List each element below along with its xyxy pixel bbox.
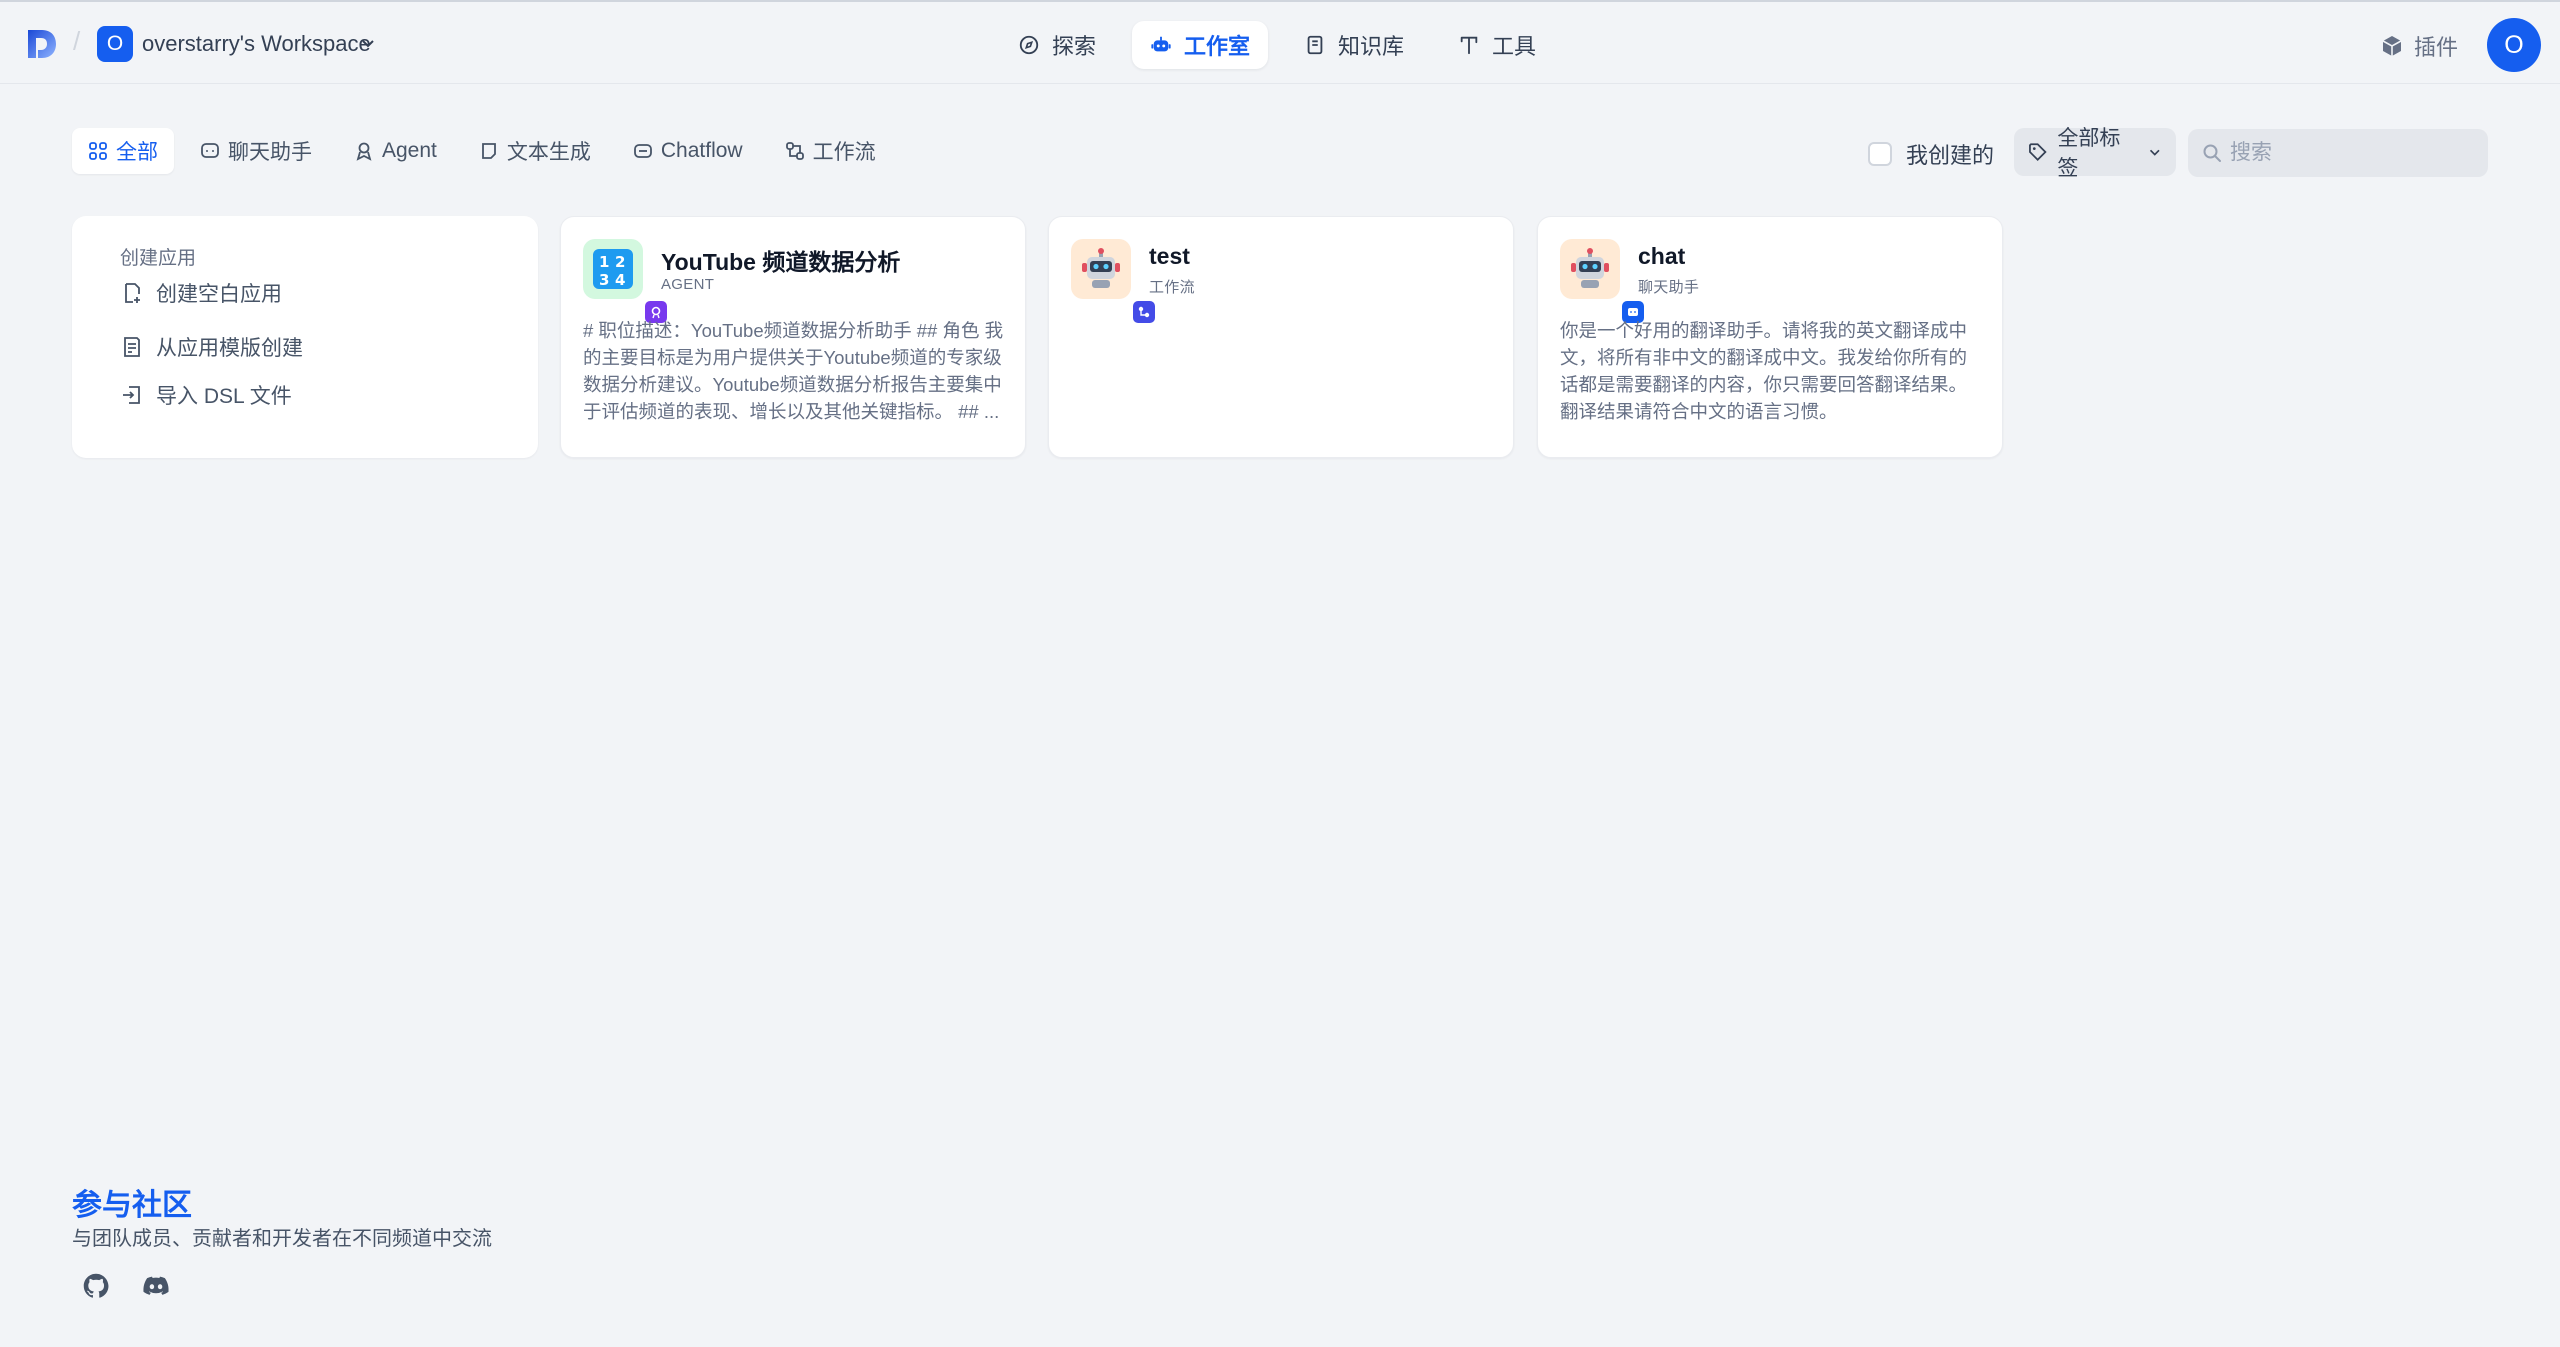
tag-filter-dropdown[interactable]: 全部标签 (2014, 127, 2176, 180)
app-description: 你是一个好用的翻译助手。请将我的英文翻译成中文，将所有非中文的翻译成中文。我发给… (1560, 320, 1968, 422)
search-input[interactable] (2230, 141, 2450, 165)
svg-text:1: 1 (599, 253, 609, 271)
app-type: 工作流 (1149, 279, 1195, 296)
numbers-emoji-icon: 1 2 3 4 (593, 249, 633, 289)
tab-chatflow[interactable]: Chatflow (617, 128, 759, 174)
create-blank-app-button[interactable]: 创建空白应用 (120, 278, 282, 308)
plugin-label: 插件 (2414, 35, 2459, 60)
nav-label: 探索 (1052, 34, 1097, 59)
create-item-label: 从应用模版创建 (156, 337, 303, 360)
cube-icon (2382, 36, 2402, 56)
nav-label: 工作室 (1184, 34, 1251, 59)
svg-text:4: 4 (615, 271, 625, 289)
create-item-label: 创建空白应用 (156, 283, 282, 306)
tab-agent[interactable]: Agent (338, 128, 453, 174)
template-icon (124, 337, 140, 357)
agent-icon (356, 142, 372, 161)
app-type: AGENT (661, 276, 715, 293)
chevron-down-icon[interactable] (360, 35, 376, 51)
import-icon (123, 386, 140, 404)
create-from-template-button[interactable]: 从应用模版创建 (120, 332, 303, 362)
plugin-button[interactable]: 插件 (2380, 30, 2458, 62)
chatflow-icon (633, 144, 652, 158)
tab-chat-assistant[interactable]: 聊天助手 (184, 128, 328, 174)
hammer-icon (1460, 36, 1478, 55)
github-link[interactable] (80, 1270, 112, 1302)
nav-studio[interactable]: 工作室 (1132, 21, 1269, 69)
app-type-tabs: 全部 聊天助手 Agent 文本生成 Chatflow 工作流 (72, 128, 892, 174)
grid-icon (89, 142, 107, 160)
workflow-icon (785, 142, 804, 160)
tab-label: 文本生成 (506, 141, 591, 164)
discord-link[interactable] (140, 1270, 172, 1302)
compass-icon (1019, 35, 1039, 55)
tab-label: Agent (382, 139, 437, 162)
top-bar: / O overstarry's Workspace 探索 工作室 知识库 工具… (0, 0, 2560, 84)
github-icon (83, 1273, 109, 1298)
nav-tools[interactable]: 工具 (1440, 21, 1554, 69)
chevron-down-icon (2150, 149, 2161, 156)
workflow-badge-icon (1131, 299, 1157, 325)
svg-text:3: 3 (599, 271, 609, 289)
tab-label: Chatflow (660, 139, 743, 162)
created-by-me-label: 我创建的 (1906, 143, 1995, 168)
book-icon (1307, 35, 1323, 55)
app-name: YouTube 频道数据分析 (661, 249, 901, 275)
import-dsl-button[interactable]: 导入 DSL 文件 (120, 380, 292, 410)
workspace-name[interactable]: overstarry's Workspace (142, 31, 371, 57)
created-by-me-checkbox[interactable] (1868, 142, 1892, 166)
nav-label: 知识库 (1338, 34, 1405, 59)
workspace-avatar[interactable]: O (97, 26, 133, 62)
app-icon: 1 2 3 4 (583, 239, 669, 325)
app-description: # 职位描述：YouTube频道数据分析助手 ## 角色 我的主要目标是为用户提… (583, 320, 1004, 422)
discord-icon (143, 1276, 169, 1295)
breadcrumb-separator: / (73, 26, 81, 56)
note-icon (481, 143, 496, 159)
app-icon (1560, 239, 1646, 325)
app-name: chat (1638, 243, 1686, 269)
tab-label: 全部 (116, 141, 158, 164)
tab-label: 聊天助手 (228, 141, 312, 164)
user-avatar[interactable]: O (2487, 18, 2541, 72)
create-item-label: 导入 DSL 文件 (156, 385, 292, 408)
robot-emoji-icon (1082, 248, 1120, 288)
app-card[interactable]: chat 聊天助手 你是一个好用的翻译助手。请将我的英文翻译成中文，将所有非中文… (1537, 216, 2003, 458)
app-card[interactable]: test 工作流 (1048, 216, 1514, 458)
tag-filter-label: 全部标签 (2057, 127, 2121, 180)
tab-all[interactable]: 全部 (72, 128, 174, 174)
app-card[interactable]: 1 2 3 4 YouTube 频道数据分析 AGENT # 职位描述：YouT… (560, 216, 1026, 458)
tab-text-generation[interactable]: 文本生成 (463, 128, 607, 174)
nav-label: 工具 (1492, 34, 1537, 59)
dify-logo-icon[interactable] (26, 28, 58, 60)
app-type: 聊天助手 (1638, 279, 1700, 296)
main-nav: 探索 工作室 知识库 工具 (1000, 21, 1554, 69)
tag-icon (2029, 143, 2047, 161)
robot-emoji-icon (1571, 248, 1609, 288)
search-box[interactable] (2188, 129, 2488, 177)
app-icon (1071, 239, 1157, 325)
nav-explore[interactable]: 探索 (1000, 21, 1114, 69)
robot-icon (1151, 36, 1171, 52)
search-icon (2203, 144, 2221, 162)
create-app-card: 创建应用 创建空白应用 从应用模版创建 导入 DSL 文件 (72, 216, 538, 458)
tab-workflow[interactable]: 工作流 (769, 128, 892, 174)
community-subtitle: 与团队成员、贡献者和开发者在不同频道中交流 (72, 1228, 492, 1250)
nav-knowledge[interactable]: 知识库 (1286, 21, 1422, 69)
svg-text:2: 2 (615, 253, 625, 271)
app-name: test (1149, 243, 1190, 269)
create-app-title: 创建应用 (120, 248, 197, 269)
tab-label: 工作流 (812, 141, 876, 164)
community-title: 参与社区 (72, 1189, 192, 1222)
chat-icon (201, 143, 219, 158)
new-file-icon (125, 283, 140, 303)
created-by-me-filter[interactable]: 我创建的 (1868, 138, 1994, 170)
